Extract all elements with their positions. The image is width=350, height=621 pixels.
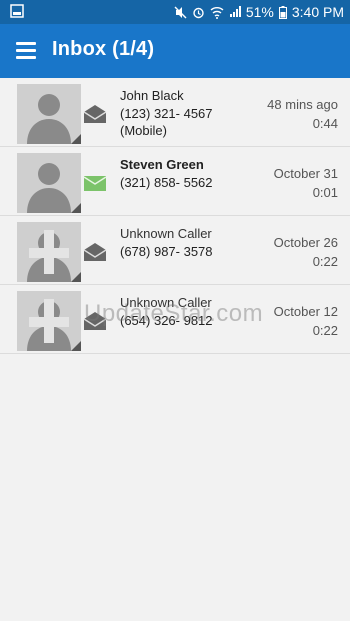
battery-percent: 51% (245, 4, 274, 20)
avatar (17, 222, 81, 282)
caller-phone: (123) 321- 4567 (120, 106, 213, 121)
watermark: UpdateStar.com (84, 300, 264, 327)
gallery-notification-icon (10, 4, 24, 18)
clock: 3:40 PM (291, 4, 344, 20)
list-item[interactable]: Unknown Caller (678) 987- 3578 October 2… (0, 216, 350, 285)
unread-envelope-icon (83, 176, 107, 191)
battery-icon (278, 5, 287, 19)
caller-phone: (321) 858- 5562 (120, 175, 213, 190)
status-bar: 51% 3:40 PM (0, 0, 350, 24)
alarm-icon (193, 7, 204, 18)
avatar (17, 84, 81, 144)
list-item[interactable]: Steven Green (321) 858- 5562 October 31 … (0, 147, 350, 216)
avatar (17, 153, 81, 213)
message-time: October 26 (273, 235, 338, 250)
mute-icon (174, 6, 187, 18)
caller-name: John Black (120, 88, 184, 103)
message-time: October 31 (273, 166, 338, 181)
list-item[interactable]: John Black (123) 321- 4567 (Mobile) 48 m… (0, 78, 350, 147)
caller-name: Steven Green (120, 157, 204, 172)
avatar (17, 291, 81, 351)
page-title: Inbox (1/4) (52, 38, 155, 60)
signal-icon (229, 6, 241, 17)
wifi-icon (210, 6, 224, 19)
message-duration: 0:22 (312, 254, 338, 269)
message-duration: 0:22 (312, 323, 338, 338)
read-envelope-icon (83, 243, 107, 261)
message-duration: 0:44 (312, 116, 338, 131)
caller-name: Unknown Caller (120, 226, 212, 241)
message-duration: 0:01 (312, 185, 338, 200)
message-time: 48 mins ago (267, 97, 338, 112)
read-envelope-icon (83, 105, 107, 123)
app-bar: Inbox (1/4) (0, 24, 350, 78)
phone-type: (Mobile) (120, 123, 167, 138)
message-time: October 12 (273, 304, 338, 319)
menu-icon[interactable] (16, 42, 36, 59)
caller-phone: (678) 987- 3578 (120, 244, 213, 259)
